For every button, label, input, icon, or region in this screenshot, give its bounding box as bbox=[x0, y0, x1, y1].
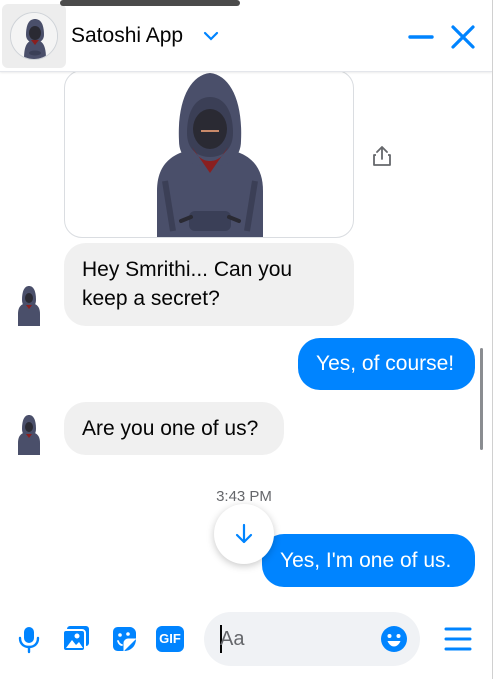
chevron-down-icon[interactable] bbox=[202, 29, 220, 43]
minimize-icon[interactable] bbox=[406, 22, 436, 52]
message-thread[interactable]: Hey Smrithi... Can you keep a secret? Ye… bbox=[0, 72, 492, 600]
scrollbar-thumb[interactable] bbox=[480, 348, 483, 450]
message-timestamp: 3:43 PM bbox=[216, 488, 272, 505]
scroll-to-bottom-button[interactable] bbox=[214, 504, 274, 564]
microphone-icon[interactable] bbox=[14, 624, 44, 654]
clipped-scroll-edge bbox=[60, 0, 240, 6]
incoming-message[interactable]: Hey Smrithi... Can you keep a secret? bbox=[64, 243, 354, 326]
chat-window: Satoshi App Hey Smrithi... Can you keep … bbox=[0, 0, 493, 679]
incoming-message[interactable]: Are you one of us? bbox=[64, 402, 284, 455]
photo-icon[interactable] bbox=[61, 624, 91, 654]
outgoing-message[interactable]: Yes, I'm one of us. bbox=[262, 534, 475, 587]
menu-icon[interactable] bbox=[443, 624, 473, 654]
share-icon[interactable] bbox=[371, 144, 393, 168]
gif-icon[interactable]: GIF bbox=[156, 626, 184, 652]
arrow-down-icon bbox=[235, 523, 253, 544]
outgoing-message[interactable]: Yes, of course! bbox=[298, 338, 475, 390]
sticker-icon[interactable] bbox=[109, 624, 139, 654]
gif-label: GIF bbox=[159, 631, 181, 646]
chat-title[interactable]: Satoshi App bbox=[71, 24, 183, 48]
message-input[interactable] bbox=[220, 625, 370, 653]
emoji-icon[interactable] bbox=[380, 625, 408, 653]
hooded-figure-avatar-icon[interactable] bbox=[10, 12, 58, 60]
hooded-figure-avatar-icon[interactable] bbox=[14, 284, 44, 326]
close-icon[interactable] bbox=[448, 22, 478, 52]
chat-header: Satoshi App bbox=[0, 0, 492, 72]
hooded-figure-sticker[interactable] bbox=[64, 72, 354, 238]
message-composer: GIF bbox=[0, 600, 492, 679]
hooded-figure-avatar-icon[interactable] bbox=[14, 413, 44, 455]
message-input-field[interactable] bbox=[204, 612, 420, 666]
